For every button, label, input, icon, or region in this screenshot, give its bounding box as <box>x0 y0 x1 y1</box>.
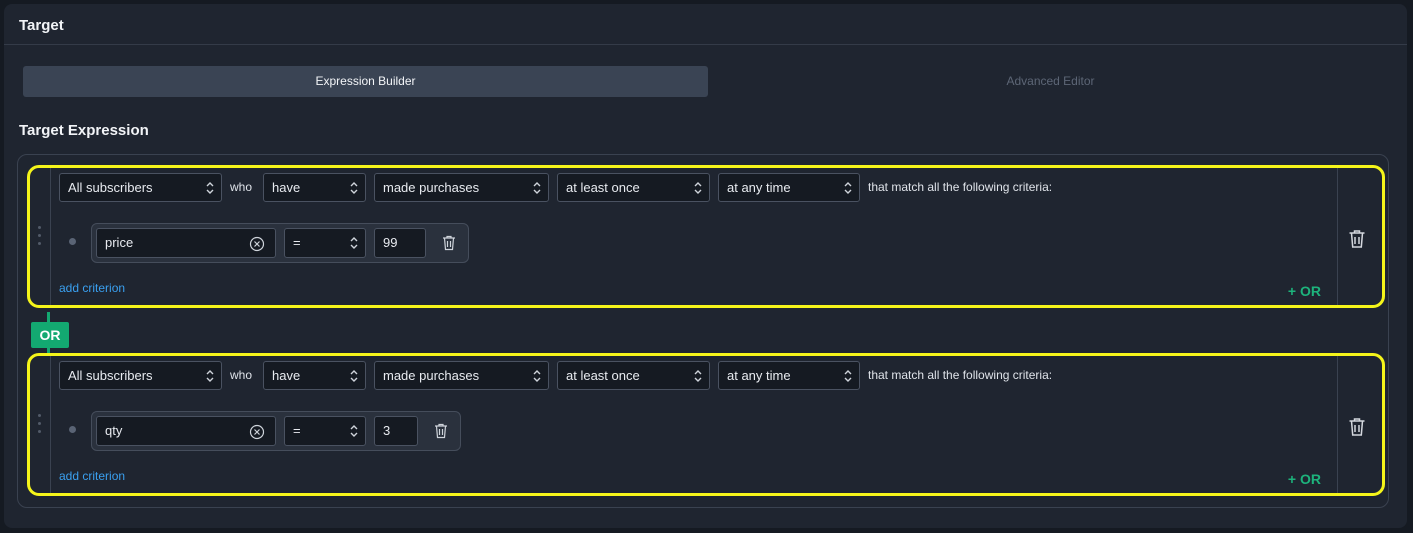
group-content: All subscribers who have made purchases … <box>50 356 1338 493</box>
action-select-value: made purchases <box>383 180 480 195</box>
timeframe-select-value: at any time <box>727 180 791 195</box>
select-caret-icon <box>206 370 214 382</box>
expression-group-2: All subscribers who have made purchases … <box>27 353 1385 496</box>
editor-tabs: Expression Builder Advanced Editor <box>23 66 1393 97</box>
frequency-select-value: at least once <box>566 368 640 383</box>
criterion-row: qty = 3 <box>91 411 461 451</box>
verb-select-value: have <box>272 180 301 195</box>
criterion-value: 99 <box>383 235 398 250</box>
clear-icon[interactable] <box>249 236 265 252</box>
audience-select[interactable]: All subscribers <box>59 173 222 202</box>
frequency-select[interactable]: at least once <box>557 173 710 202</box>
frequency-select[interactable]: at least once <box>557 361 710 390</box>
criterion-row: price = 99 <box>91 223 469 263</box>
add-criterion-link[interactable]: add criterion <box>59 469 125 483</box>
select-caret-icon <box>533 182 541 194</box>
criteria-suffix: that match all the following criteria: <box>868 368 1053 382</box>
select-caret-icon <box>844 370 852 382</box>
select-caret-icon <box>533 370 541 382</box>
action-select[interactable]: made purchases <box>374 361 549 390</box>
timeframe-select-value: at any time <box>727 368 791 383</box>
drag-handle-icon[interactable] <box>38 414 42 436</box>
add-or-button[interactable]: + OR <box>1288 283 1321 299</box>
operator-select[interactable]: = <box>284 228 366 258</box>
section-title: Target Expression <box>19 122 149 139</box>
criterion-value-input[interactable]: 99 <box>374 228 426 258</box>
drag-handle-icon[interactable] <box>38 226 42 248</box>
select-caret-icon <box>350 182 358 194</box>
tab-advanced-editor[interactable]: Advanced Editor <box>708 66 1393 97</box>
add-or-button[interactable]: + OR <box>1288 471 1321 487</box>
tab-expression-builder[interactable]: Expression Builder <box>23 66 708 97</box>
select-caret-icon <box>844 182 852 194</box>
select-caret-icon <box>350 237 358 249</box>
select-caret-icon <box>206 182 214 194</box>
verb-select-value: have <box>272 368 301 383</box>
who-label: who <box>230 368 253 382</box>
criterion-bullet <box>69 426 76 433</box>
action-select[interactable]: made purchases <box>374 173 549 202</box>
clear-icon[interactable] <box>249 424 265 440</box>
operator-select-value: = <box>293 235 301 250</box>
criterion-bullet <box>69 238 76 245</box>
audience-select-value: All subscribers <box>68 368 153 383</box>
expression-group-1: All subscribers who have made purchases … <box>27 165 1385 308</box>
operator-select[interactable]: = <box>284 416 366 446</box>
verb-select[interactable]: have <box>263 173 366 202</box>
delete-criterion-trash-icon[interactable] <box>442 235 456 251</box>
audience-select-value: All subscribers <box>68 180 153 195</box>
operator-select-value: = <box>293 423 301 438</box>
panel-title: Target <box>19 17 64 34</box>
timeframe-select[interactable]: at any time <box>718 173 860 202</box>
panel-header: Target <box>4 4 1407 45</box>
timeframe-select[interactable]: at any time <box>718 361 860 390</box>
delete-criterion-trash-icon[interactable] <box>434 423 448 439</box>
verb-select[interactable]: have <box>263 361 366 390</box>
criteria-suffix: that match all the following criteria: <box>868 180 1053 194</box>
select-caret-icon <box>350 425 358 437</box>
group-content: All subscribers who have made purchases … <box>50 168 1338 305</box>
add-criterion-link[interactable]: add criterion <box>59 281 125 295</box>
select-caret-icon <box>350 370 358 382</box>
criterion-field-input[interactable]: price <box>96 228 276 258</box>
criterion-field-input[interactable]: qty <box>96 416 276 446</box>
delete-group-trash-icon[interactable] <box>1348 417 1366 437</box>
select-caret-icon <box>694 182 702 194</box>
frequency-select-value: at least once <box>566 180 640 195</box>
action-select-value: made purchases <box>383 368 480 383</box>
criterion-field-value: qty <box>105 423 123 438</box>
criterion-value: 3 <box>383 423 391 438</box>
who-label: who <box>230 180 253 194</box>
criterion-field-value: price <box>105 235 134 250</box>
criterion-value-input[interactable]: 3 <box>374 416 418 446</box>
select-caret-icon <box>694 370 702 382</box>
or-badge: OR <box>31 322 69 348</box>
audience-select[interactable]: All subscribers <box>59 361 222 390</box>
delete-group-trash-icon[interactable] <box>1348 229 1366 249</box>
